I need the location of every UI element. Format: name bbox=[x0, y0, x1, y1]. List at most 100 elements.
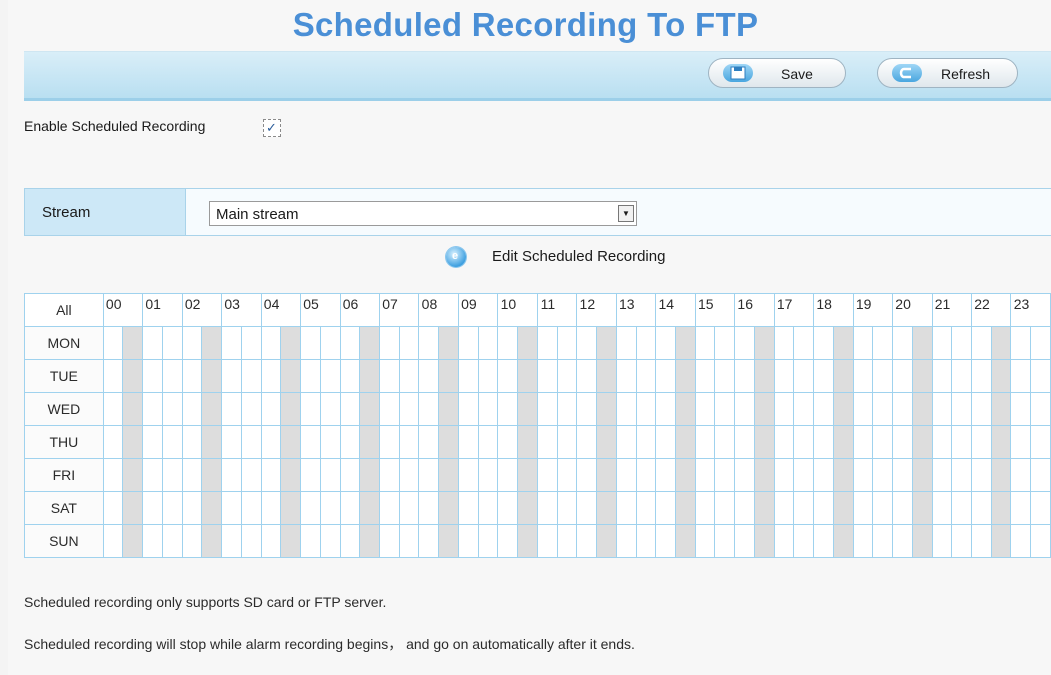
schedule-cell[interactable] bbox=[832, 491, 854, 525]
schedule-cell[interactable] bbox=[536, 425, 558, 459]
schedule-cell[interactable] bbox=[438, 491, 459, 525]
schedule-cell[interactable] bbox=[319, 326, 341, 360]
schedule-cell[interactable] bbox=[359, 326, 380, 360]
day-label[interactable]: TUE bbox=[24, 359, 104, 393]
schedule-cell[interactable] bbox=[260, 326, 282, 360]
schedule-cell[interactable] bbox=[536, 458, 558, 492]
schedule-cell[interactable] bbox=[990, 524, 1012, 558]
schedule-cell[interactable] bbox=[122, 425, 144, 459]
schedule-cell[interactable] bbox=[911, 359, 933, 393]
schedule-cell[interactable] bbox=[102, 326, 124, 360]
schedule-cell[interactable] bbox=[813, 359, 834, 393]
schedule-cell[interactable] bbox=[971, 425, 992, 459]
schedule-cell[interactable] bbox=[142, 491, 163, 525]
schedule-cell[interactable] bbox=[1030, 392, 1051, 426]
schedule-cell[interactable] bbox=[359, 392, 380, 426]
schedule-cell[interactable] bbox=[181, 425, 203, 459]
schedule-cell[interactable] bbox=[892, 491, 913, 525]
hour-header-14[interactable]: 14 bbox=[655, 293, 696, 327]
schedule-cell[interactable] bbox=[773, 392, 795, 426]
schedule-cell[interactable] bbox=[556, 326, 578, 360]
schedule-cell[interactable] bbox=[102, 491, 124, 525]
schedule-cell[interactable] bbox=[576, 392, 598, 426]
schedule-cell[interactable] bbox=[596, 425, 617, 459]
schedule-cell[interactable] bbox=[497, 392, 519, 426]
schedule-cell[interactable] bbox=[793, 458, 815, 492]
schedule-cell[interactable] bbox=[990, 425, 1012, 459]
schedule-cell[interactable] bbox=[1010, 458, 1032, 492]
schedule-cell[interactable] bbox=[102, 524, 124, 558]
schedule-cell[interactable] bbox=[655, 392, 676, 426]
schedule-cell[interactable] bbox=[951, 458, 973, 492]
schedule-cell[interactable] bbox=[497, 425, 519, 459]
schedule-cell[interactable] bbox=[1010, 524, 1032, 558]
schedule-cell[interactable] bbox=[951, 524, 973, 558]
schedule-cell[interactable] bbox=[260, 458, 282, 492]
schedule-cell[interactable] bbox=[477, 392, 499, 426]
schedule-cell[interactable] bbox=[615, 491, 637, 525]
schedule-cell[interactable] bbox=[655, 458, 676, 492]
schedule-cell[interactable] bbox=[832, 392, 854, 426]
schedule-cell[interactable] bbox=[536, 491, 558, 525]
schedule-cell[interactable] bbox=[813, 392, 834, 426]
schedule-cell[interactable] bbox=[675, 458, 696, 492]
schedule-cell[interactable] bbox=[892, 392, 913, 426]
schedule-cell[interactable] bbox=[1030, 458, 1051, 492]
schedule-cell[interactable] bbox=[457, 524, 479, 558]
chevron-down-icon[interactable]: ▼ bbox=[618, 205, 634, 222]
schedule-cell[interactable] bbox=[596, 458, 617, 492]
schedule-cell[interactable] bbox=[990, 392, 1012, 426]
schedule-cell[interactable] bbox=[694, 392, 716, 426]
schedule-cell[interactable] bbox=[615, 524, 637, 558]
schedule-cell[interactable] bbox=[497, 326, 519, 360]
schedule-cell[interactable] bbox=[418, 359, 440, 393]
schedule-cell[interactable] bbox=[457, 425, 479, 459]
schedule-cell[interactable] bbox=[457, 491, 479, 525]
schedule-cell[interactable] bbox=[990, 458, 1012, 492]
schedule-cell[interactable] bbox=[497, 491, 519, 525]
schedule-cell[interactable] bbox=[852, 359, 874, 393]
schedule-cell[interactable] bbox=[714, 326, 736, 360]
schedule-cell[interactable] bbox=[813, 458, 834, 492]
schedule-cell[interactable] bbox=[161, 491, 183, 525]
schedule-cell[interactable] bbox=[773, 425, 795, 459]
schedule-cell[interactable] bbox=[319, 458, 341, 492]
schedule-cell[interactable] bbox=[161, 359, 183, 393]
schedule-cell[interactable] bbox=[339, 392, 361, 426]
schedule-cell[interactable] bbox=[694, 491, 716, 525]
schedule-cell[interactable] bbox=[576, 326, 598, 360]
schedule-cell[interactable] bbox=[319, 491, 341, 525]
schedule-cell[interactable] bbox=[517, 458, 538, 492]
schedule-cell[interactable] bbox=[971, 491, 992, 525]
schedule-cell[interactable] bbox=[300, 458, 321, 492]
schedule-cell[interactable] bbox=[990, 491, 1012, 525]
hour-header-10[interactable]: 10 bbox=[497, 293, 538, 327]
schedule-cell[interactable] bbox=[300, 326, 321, 360]
schedule-cell[interactable] bbox=[181, 359, 203, 393]
schedule-cell[interactable] bbox=[872, 392, 894, 426]
hour-header-00[interactable]: 00 bbox=[102, 293, 144, 327]
day-label[interactable]: MON bbox=[24, 326, 104, 360]
schedule-cell[interactable] bbox=[240, 524, 262, 558]
schedule-cell[interactable] bbox=[852, 458, 874, 492]
schedule-cell[interactable] bbox=[240, 359, 262, 393]
hour-header-01[interactable]: 01 bbox=[142, 293, 183, 327]
schedule-cell[interactable] bbox=[714, 491, 736, 525]
schedule-cell[interactable] bbox=[753, 491, 775, 525]
schedule-cell[interactable] bbox=[1030, 425, 1051, 459]
schedule-cell[interactable] bbox=[181, 392, 203, 426]
schedule-cell[interactable] bbox=[477, 326, 499, 360]
schedule-cell[interactable] bbox=[359, 524, 380, 558]
schedule-cell[interactable] bbox=[714, 425, 736, 459]
schedule-cell[interactable] bbox=[596, 359, 617, 393]
schedule-cell[interactable] bbox=[438, 458, 459, 492]
schedule-cell[interactable] bbox=[694, 458, 716, 492]
schedule-cell[interactable] bbox=[990, 326, 1012, 360]
hour-header-21[interactable]: 21 bbox=[931, 293, 973, 327]
schedule-cell[interactable] bbox=[260, 359, 282, 393]
schedule-cell[interactable] bbox=[438, 359, 459, 393]
schedule-cell[interactable] bbox=[635, 326, 657, 360]
schedule-cell[interactable] bbox=[951, 326, 973, 360]
schedule-cell[interactable] bbox=[931, 524, 953, 558]
schedule-cell[interactable] bbox=[359, 491, 380, 525]
